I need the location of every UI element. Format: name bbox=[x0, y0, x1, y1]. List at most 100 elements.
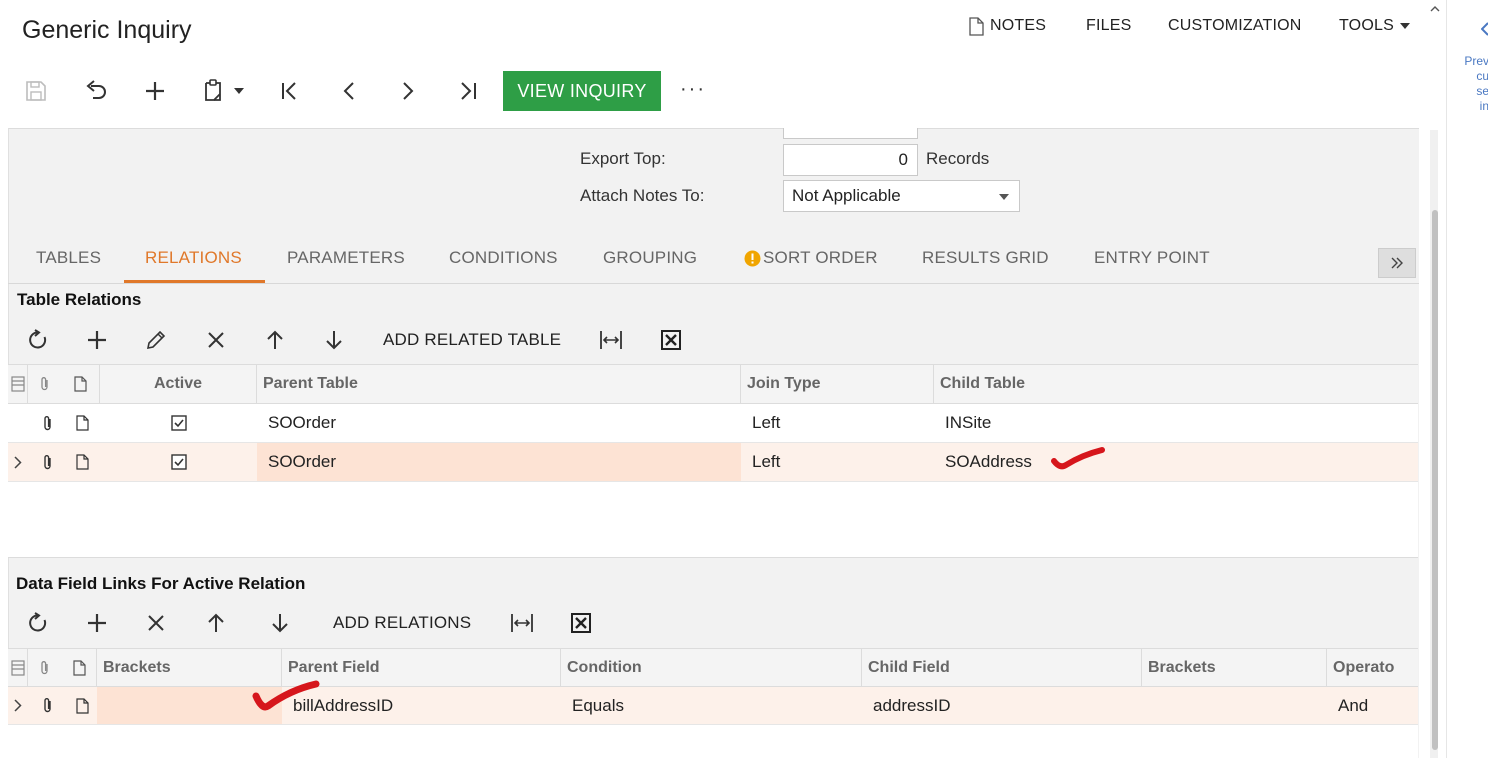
col-join-type[interactable]: Join Type bbox=[741, 365, 934, 403]
add-relations-button[interactable]: ADD RELATIONS bbox=[333, 613, 471, 633]
annotation-checkmark-icon bbox=[250, 676, 322, 716]
join-type-cell[interactable]: Left bbox=[741, 404, 934, 442]
first-record-icon[interactable] bbox=[277, 78, 303, 104]
active-checkbox[interactable] bbox=[100, 443, 257, 481]
data-field-links-title: Data Field Links For Active Relation bbox=[16, 574, 306, 593]
more-actions-icon[interactable]: ··· bbox=[680, 78, 706, 101]
relations-grid-empty-area bbox=[8, 482, 1418, 558]
attachment-column-icon bbox=[28, 365, 62, 403]
caret-down-icon bbox=[234, 88, 244, 94]
child-field-cell[interactable]: addressID bbox=[862, 687, 1142, 724]
scroll-up-arrow-icon[interactable] bbox=[1430, 4, 1440, 14]
join-type-cell[interactable]: Left bbox=[741, 443, 934, 481]
table-row[interactable]: SOOrder Left INSite bbox=[8, 404, 1418, 443]
copy-paste-menu[interactable] bbox=[202, 78, 252, 104]
delete-icon[interactable] bbox=[203, 327, 229, 353]
hidden-field-partial[interactable] bbox=[783, 128, 918, 139]
sidebar-text-line: cu bbox=[1476, 69, 1488, 83]
notes-label: NOTES bbox=[990, 17, 1047, 34]
tab-grouping[interactable]: GROUPING bbox=[603, 248, 697, 268]
sidebar-text-line: Prev bbox=[1464, 54, 1488, 68]
paperclip-icon[interactable] bbox=[28, 404, 68, 442]
child-table-cell[interactable]: INSite bbox=[934, 404, 1418, 442]
tools-label: TOOLS bbox=[1339, 17, 1394, 34]
add-row-icon[interactable] bbox=[84, 610, 110, 636]
table-row-selected[interactable]: billAddressID Equals addressID And bbox=[8, 687, 1418, 725]
note-icon[interactable] bbox=[68, 404, 96, 442]
clipboard-icon bbox=[202, 79, 224, 103]
tab-relations[interactable]: RELATIONS bbox=[145, 248, 242, 268]
delete-icon[interactable] bbox=[143, 610, 169, 636]
tab-parameters[interactable]: PARAMETERS bbox=[287, 248, 405, 268]
export-excel-icon[interactable] bbox=[568, 610, 594, 636]
child-table-cell[interactable]: SOAddress bbox=[934, 443, 1418, 481]
tools-menu[interactable]: TOOLS bbox=[1339, 16, 1410, 36]
view-inquiry-button[interactable]: VIEW INQUIRY bbox=[503, 71, 661, 111]
move-up-icon[interactable] bbox=[203, 610, 229, 636]
add-row-icon[interactable] bbox=[84, 327, 110, 353]
fit-columns-icon[interactable] bbox=[598, 327, 624, 353]
attach-notes-value: Not Applicable bbox=[792, 186, 901, 205]
paperclip-icon[interactable] bbox=[28, 443, 68, 481]
fit-columns-icon[interactable] bbox=[509, 610, 535, 636]
col-active[interactable]: Active bbox=[100, 365, 257, 403]
document-icon bbox=[968, 16, 984, 36]
chevron-left-icon[interactable] bbox=[1481, 22, 1488, 36]
edit-icon[interactable] bbox=[143, 327, 169, 353]
col-parent-table[interactable]: Parent Table bbox=[257, 365, 741, 403]
tab-entry-point[interactable]: ENTRY POINT bbox=[1094, 248, 1210, 268]
table-row-selected[interactable]: SOOrder Left SOAddress bbox=[8, 443, 1418, 482]
next-record-icon[interactable] bbox=[395, 78, 421, 104]
note-icon[interactable] bbox=[68, 687, 96, 724]
save-icon[interactable] bbox=[23, 78, 49, 104]
parent-table-cell[interactable]: SOOrder bbox=[257, 404, 741, 442]
last-record-icon[interactable] bbox=[455, 78, 481, 104]
col-parent-field[interactable]: Parent Field bbox=[282, 649, 561, 686]
expand-tabs-icon[interactable] bbox=[1378, 248, 1416, 278]
move-up-icon[interactable] bbox=[262, 327, 288, 353]
tab-tables[interactable]: TABLES bbox=[36, 248, 101, 268]
note-icon[interactable] bbox=[68, 443, 96, 481]
export-top-unit: Records bbox=[926, 149, 990, 168]
tab-results-grid[interactable]: RESULTS GRID bbox=[922, 248, 1049, 268]
col-brackets-close[interactable]: Brackets bbox=[1142, 649, 1327, 686]
row-selector-icon[interactable] bbox=[8, 365, 28, 403]
col-operator[interactable]: Operato bbox=[1327, 649, 1418, 686]
add-icon[interactable] bbox=[142, 78, 168, 104]
undo-icon[interactable] bbox=[83, 78, 109, 104]
condition-cell[interactable]: Equals bbox=[561, 687, 862, 724]
refresh-icon[interactable] bbox=[25, 610, 51, 636]
caret-down-icon bbox=[1399, 23, 1410, 29]
chevron-right-icon[interactable] bbox=[8, 443, 28, 481]
attach-notes-select[interactable]: Not Applicable bbox=[783, 180, 1020, 212]
row-selector-icon[interactable] bbox=[8, 649, 28, 686]
col-condition[interactable]: Condition bbox=[561, 649, 862, 686]
previous-record-icon[interactable] bbox=[336, 78, 362, 104]
tabs-divider bbox=[8, 283, 1419, 284]
col-child-table[interactable]: Child Table bbox=[934, 365, 1418, 403]
customization-menu[interactable]: CUSTOMIZATION bbox=[1168, 16, 1302, 36]
sidebar-text-line: se bbox=[1476, 84, 1488, 98]
col-child-field[interactable]: Child Field bbox=[862, 649, 1142, 686]
move-down-icon[interactable] bbox=[267, 610, 293, 636]
parent-table-cell[interactable]: SOOrder bbox=[257, 443, 741, 481]
parent-field-cell[interactable]: billAddressID bbox=[282, 687, 561, 724]
paperclip-icon[interactable] bbox=[28, 687, 68, 724]
scrollbar-thumb[interactable] bbox=[1432, 210, 1438, 750]
add-related-table-button[interactable]: ADD RELATED TABLE bbox=[383, 330, 561, 350]
export-excel-icon[interactable] bbox=[658, 327, 684, 353]
refresh-icon[interactable] bbox=[25, 327, 51, 353]
export-top-input[interactable]: 0 bbox=[783, 144, 918, 176]
attach-notes-label: Attach Notes To: bbox=[580, 186, 705, 205]
notes-column-icon bbox=[62, 365, 100, 403]
tab-sort-order[interactable]: SORT ORDER bbox=[744, 248, 878, 268]
tab-conditions[interactable]: CONDITIONS bbox=[449, 248, 558, 268]
chevron-right-icon[interactable] bbox=[8, 687, 28, 724]
brackets-close-cell[interactable] bbox=[1142, 687, 1327, 724]
operator-cell[interactable]: And bbox=[1327, 687, 1418, 724]
active-checkbox[interactable] bbox=[100, 404, 257, 442]
export-top-label: Export Top: bbox=[580, 149, 666, 168]
notes-menu[interactable]: NOTES bbox=[968, 16, 1046, 36]
files-menu[interactable]: FILES bbox=[1086, 16, 1131, 36]
move-down-icon[interactable] bbox=[321, 327, 347, 353]
